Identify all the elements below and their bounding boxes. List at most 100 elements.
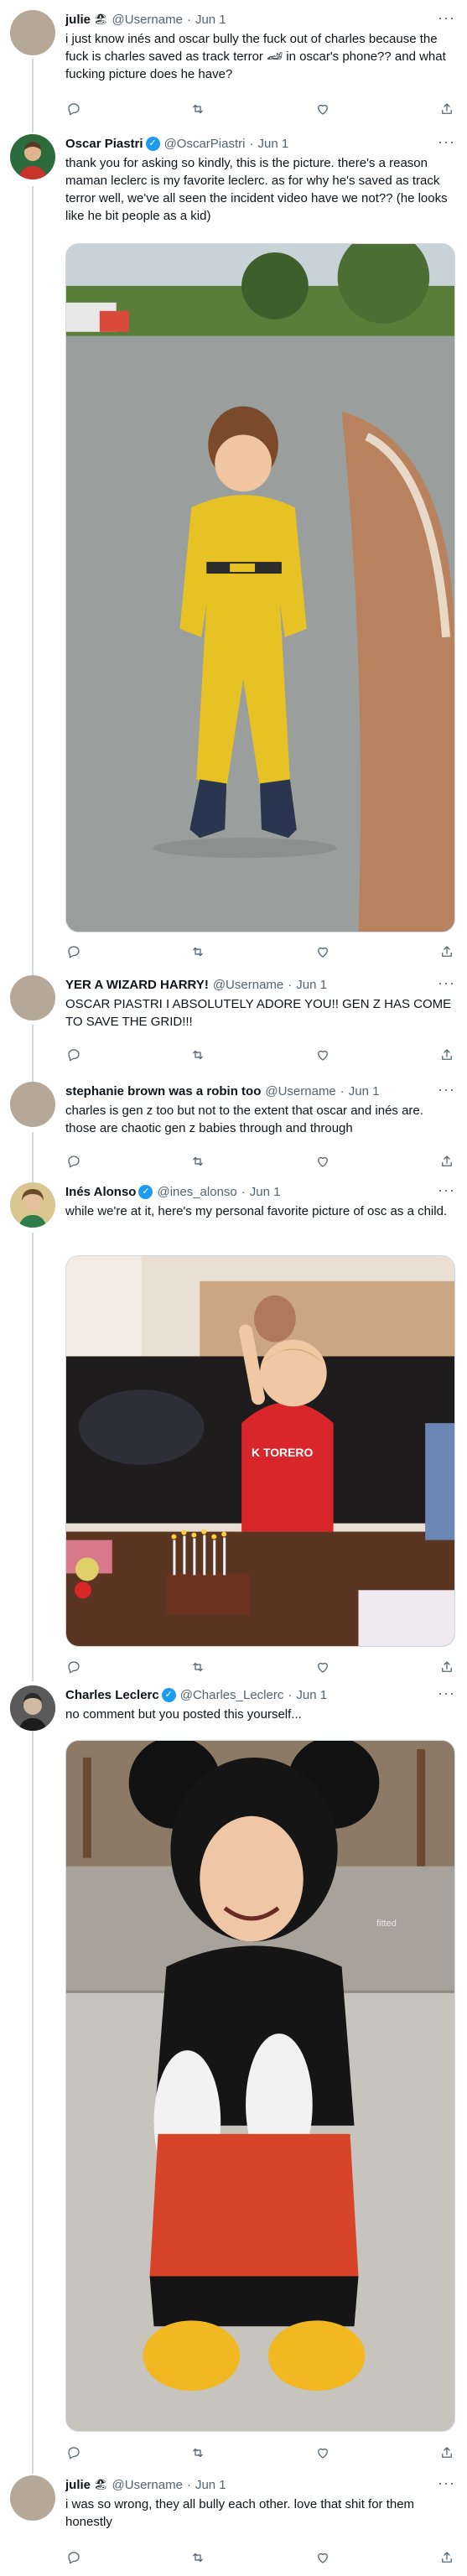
username[interactable]: @Charles_Leclerc	[180, 1688, 284, 1702]
like-icon[interactable]	[314, 101, 331, 117]
separator: ·	[249, 136, 254, 151]
timestamp[interactable]: Jun 1	[349, 1084, 380, 1098]
retweet-icon[interactable]	[189, 1659, 206, 1675]
avatar[interactable]	[10, 1082, 55, 1127]
separator: ·	[186, 2477, 191, 2492]
retweet-icon[interactable]	[189, 101, 206, 117]
tweet-text: no comment but you posted this yourself.…	[65, 1707, 302, 1722]
thread-line	[32, 1233, 34, 1681]
timestamp[interactable]: Jun 1	[296, 1688, 327, 1702]
reply-icon[interactable]	[65, 1153, 82, 1170]
reply-icon[interactable]	[65, 2549, 82, 2566]
username[interactable]: @OscarPiastri	[164, 137, 246, 151]
tweet-text: charles is gen z too but not to the exte…	[65, 1104, 423, 1135]
avatar[interactable]	[10, 10, 55, 55]
reply-icon[interactable]	[65, 2444, 82, 2461]
timestamp[interactable]: Jun 1	[296, 978, 327, 992]
tweet-text: i just know inés and oscar bully the fuc…	[65, 32, 446, 81]
timestamp[interactable]: Jun 1	[257, 137, 288, 151]
tweet-actions	[65, 1659, 455, 1675]
tweet-actions	[65, 2444, 455, 2461]
username[interactable]: @Username	[265, 1084, 335, 1098]
separator: ·	[186, 12, 191, 27]
like-icon[interactable]	[314, 2444, 331, 2461]
display-name[interactable]: stephanie brown was a robin too	[65, 1084, 261, 1098]
share-icon[interactable]	[438, 2444, 455, 2461]
username[interactable]: @Username	[112, 2478, 183, 2492]
display-name[interactable]: julie	[65, 13, 91, 27]
photo-watermark: fitted	[376, 1919, 397, 1929]
like-icon[interactable]	[314, 1046, 331, 1063]
more-options-icon[interactable]: ···	[438, 1182, 455, 1197]
more-options-icon[interactable]: ···	[438, 2475, 455, 2490]
username[interactable]: @Username	[213, 978, 283, 992]
display-name[interactable]: YER A WIZARD HARRY!	[65, 978, 209, 992]
thread-line	[32, 59, 34, 132]
separator: ·	[241, 1184, 246, 1199]
username[interactable]: @ines_alonso	[157, 1185, 236, 1199]
reply-icon[interactable]	[65, 101, 82, 117]
photo-mickey-costume	[66, 1741, 454, 2431]
tweet-actions	[65, 1153, 455, 1170]
display-name[interactable]: Inés Alonso	[65, 1185, 136, 1199]
more-options-icon[interactable]: ···	[438, 1685, 455, 1701]
separator: ·	[288, 1687, 293, 1702]
share-icon[interactable]	[438, 2549, 455, 2566]
tweet-actions	[65, 101, 455, 117]
verified-badge-icon: ✓	[145, 136, 160, 151]
beach-emoji: 🏖	[94, 2478, 108, 2490]
more-options-icon[interactable]: ···	[438, 10, 455, 25]
tweet-actions	[65, 2549, 455, 2566]
tweet-actions	[65, 943, 455, 960]
timestamp[interactable]: Jun 1	[195, 13, 226, 27]
more-options-icon[interactable]: ···	[438, 975, 455, 990]
avatar[interactable]	[10, 1685, 55, 1731]
tweet-text: while we're at it, here's my personal fa…	[65, 1204, 448, 1218]
more-options-icon[interactable]: ···	[438, 134, 455, 149]
avatar[interactable]	[10, 975, 55, 1021]
share-icon[interactable]	[438, 101, 455, 117]
timestamp[interactable]: Jun 1	[195, 2478, 226, 2492]
display-name[interactable]: julie	[65, 2478, 91, 2492]
like-icon[interactable]	[314, 943, 331, 960]
photo-birthday-cake: K TORERO	[66, 1256, 454, 1646]
like-icon[interactable]	[314, 1153, 331, 1170]
tweet-actions	[65, 1046, 455, 1063]
tweet-photo[interactable]	[65, 243, 455, 932]
svg-text:K TORERO: K TORERO	[252, 1446, 313, 1459]
more-options-icon[interactable]: ···	[438, 1082, 455, 1097]
reply-icon[interactable]	[65, 1046, 82, 1063]
tweet-text: OSCAR PIASTRI I ABSOLUTELY ADORE YOU!! G…	[65, 997, 452, 1029]
like-icon[interactable]	[314, 1659, 331, 1675]
tweet-photo[interactable]: fitted	[65, 1740, 455, 2432]
avatar[interactable]	[10, 134, 55, 179]
retweet-icon[interactable]	[189, 1046, 206, 1063]
share-icon[interactable]	[438, 1046, 455, 1063]
retweet-icon[interactable]	[189, 2444, 206, 2461]
separator: ·	[340, 1083, 345, 1098]
display-name[interactable]: Oscar Piastri	[65, 137, 143, 151]
verified-badge-icon: ✓	[138, 1184, 153, 1199]
share-icon[interactable]	[438, 1153, 455, 1170]
timestamp[interactable]: Jun 1	[250, 1185, 281, 1199]
tweet-photo[interactable]: K TORERO	[65, 1255, 455, 1647]
avatar[interactable]	[10, 1182, 55, 1228]
share-icon[interactable]	[438, 943, 455, 960]
share-icon[interactable]	[438, 1659, 455, 1675]
like-icon[interactable]	[314, 2549, 331, 2566]
tweet-text: i was so wrong, they all bully each othe…	[65, 2497, 415, 2529]
separator: ·	[288, 977, 293, 992]
retweet-icon[interactable]	[189, 943, 206, 960]
verified-badge-icon: ✓	[161, 1687, 176, 1702]
photo-child-yellow-racing-suit	[66, 244, 454, 932]
display-name[interactable]: Charles Leclerc	[65, 1688, 159, 1702]
avatar[interactable]	[10, 2475, 55, 2521]
thread-line	[32, 1727, 34, 2474]
reply-icon[interactable]	[65, 1659, 82, 1675]
tweet-text: thank you for asking so kindly, this is …	[65, 156, 448, 223]
reply-icon[interactable]	[65, 943, 82, 960]
thread-line	[32, 186, 34, 981]
retweet-icon[interactable]	[189, 2549, 206, 2566]
retweet-icon[interactable]	[189, 1153, 206, 1170]
username[interactable]: @Username	[112, 13, 183, 27]
